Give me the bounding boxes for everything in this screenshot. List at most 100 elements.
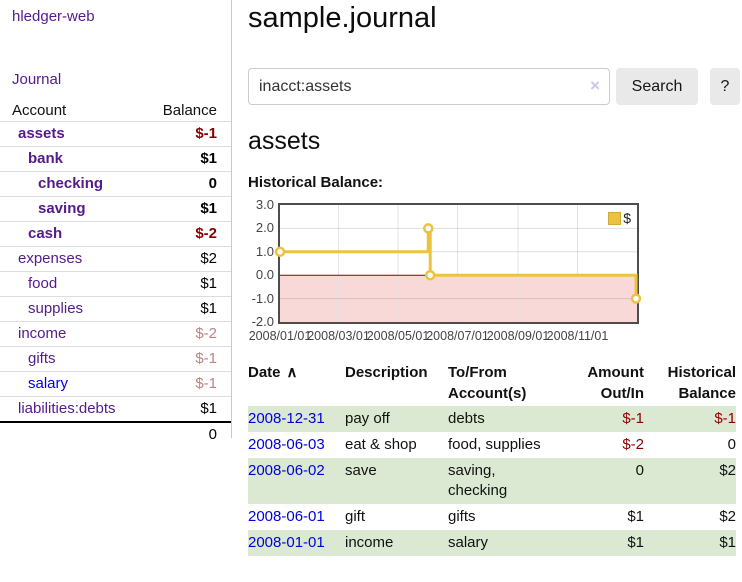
- data-point-marker: [276, 248, 284, 256]
- register-row: 2008-06-02savesaving, checking0$2: [248, 458, 736, 504]
- accounts-header-balance: Balance: [145, 100, 231, 122]
- account-link-income[interactable]: income: [0, 324, 66, 344]
- y-tick-label: 0.0: [248, 267, 274, 283]
- journal-link[interactable]: Journal: [12, 71, 61, 88]
- register-row: 2008-06-03eat & shopfood, supplies$-20: [248, 432, 736, 458]
- register-accounts-cell: saving, checking: [448, 458, 560, 504]
- register-date-cell: 2008-01-01: [248, 530, 345, 556]
- account-header-line2: Account(s): [448, 385, 526, 402]
- clear-icon[interactable]: ×: [590, 76, 600, 96]
- transaction-date-link[interactable]: 2008-06-01: [248, 508, 325, 525]
- help-button[interactable]: ?: [710, 68, 740, 105]
- y-tick-label: 2.0: [248, 220, 274, 236]
- data-point-marker: [424, 224, 432, 232]
- balance-header-line1: Historical: [668, 364, 736, 381]
- account-header-line1: To/From: [448, 364, 507, 381]
- y-tick-label: 1.0: [248, 244, 274, 260]
- register-body: 2008-12-31pay offdebts$-1$-12008-06-03ea…: [248, 406, 736, 556]
- account-link-checking[interactable]: checking: [0, 174, 103, 194]
- y-tick-label: 3.0: [248, 197, 274, 213]
- account-name-cell: income: [0, 322, 145, 347]
- register-header-account: To/From Account(s): [448, 360, 560, 406]
- account-link-liabilities-debts[interactable]: liabilities:debts: [0, 399, 116, 419]
- data-point-marker: [426, 271, 434, 279]
- x-tick-label: 2008/09/01: [487, 329, 550, 343]
- account-row: gifts $-1: [0, 347, 231, 372]
- account-row: saving$1: [0, 197, 231, 222]
- register-header-amount: Amount Out/In: [560, 360, 644, 406]
- account-row: food $1: [0, 272, 231, 297]
- y-tick-label: -1.0: [248, 291, 274, 307]
- transaction-date-link[interactable]: 2008-06-03: [248, 436, 325, 453]
- main-content: sample.journal × Search ? assets Histori…: [248, 0, 742, 556]
- account-balance: $1: [145, 147, 231, 172]
- search-button[interactable]: Search: [616, 68, 698, 105]
- accounts-table: Account Balance assets$-1bank$1checking0…: [0, 100, 231, 447]
- account-name-cell: supplies: [0, 297, 145, 322]
- register-header-balance: Historical Balance: [644, 360, 736, 406]
- account-balance: $1: [145, 272, 231, 297]
- brand-link[interactable]: hledger-web: [12, 8, 95, 25]
- accounts-body: assets$-1bank$1checking0saving$1cash$-2e…: [0, 122, 231, 423]
- account-link-supplies[interactable]: supplies: [0, 299, 83, 319]
- x-tick-label: 2008/03/01: [307, 329, 370, 343]
- account-link-salary[interactable]: salary: [0, 374, 68, 394]
- accounts-header-row: Account Balance: [0, 100, 231, 122]
- balance-chart: 3.02.01.00.0-1.0-2.02008/01/012008/03/01…: [248, 203, 678, 345]
- account-name-cell: liabilities:debts: [0, 397, 145, 423]
- search-input[interactable]: [248, 68, 610, 105]
- account-row: checking0: [0, 172, 231, 197]
- transaction-date-link[interactable]: 2008-06-02: [248, 462, 325, 479]
- transaction-date-link[interactable]: 2008-12-31: [248, 410, 325, 427]
- register-header-date[interactable]: Date∧: [248, 360, 345, 406]
- account-name-cell: assets: [0, 122, 145, 147]
- register-amount-cell: $-2: [560, 432, 644, 458]
- register-header-row: Date∧ Description To/From Account(s) Amo…: [248, 360, 736, 406]
- register-description-cell: income: [345, 530, 448, 556]
- transaction-date-link[interactable]: 2008-01-01: [248, 534, 325, 551]
- account-link-assets[interactable]: assets: [0, 124, 65, 144]
- register-balance-cell: $2: [644, 458, 736, 504]
- account-link-gifts[interactable]: gifts: [0, 349, 56, 369]
- x-tick-label: 2008/05/01: [367, 329, 430, 343]
- legend-label: $: [623, 210, 631, 226]
- register-table: Date∧ Description To/From Account(s) Amo…: [248, 360, 736, 556]
- register-date-cell: 2008-06-02: [248, 458, 345, 504]
- account-name-cell: checking: [0, 172, 145, 197]
- account-link-bank[interactable]: bank: [0, 149, 63, 169]
- register-balance-cell: $1: [644, 530, 736, 556]
- register-amount-cell: 0: [560, 458, 644, 504]
- register-balance-cell: $2: [644, 504, 736, 530]
- account-row: expenses$2: [0, 247, 231, 272]
- register-amount-cell: $-1: [560, 406, 644, 432]
- plot-area: $: [278, 203, 639, 324]
- account-balance: $-1: [145, 347, 231, 372]
- register-header-description: Description: [345, 360, 448, 406]
- sidebar: hledger-web Journal Account Balance asse…: [0, 0, 232, 438]
- account-row: supplies$1: [0, 297, 231, 322]
- x-tick-label: 2008/07/01: [426, 329, 489, 343]
- account-balance: $-2: [145, 222, 231, 247]
- register-date-cell: 2008-12-31: [248, 406, 345, 432]
- account-name-cell: cash: [0, 222, 145, 247]
- account-link-cash[interactable]: cash: [0, 224, 62, 244]
- search-row: × Search ?: [248, 68, 742, 105]
- register-row: 2008-12-31pay offdebts$-1$-1: [248, 406, 736, 432]
- page-title: sample.journal: [248, 2, 742, 35]
- account-link-saving[interactable]: saving: [0, 199, 86, 219]
- account-link-expenses[interactable]: expenses: [0, 249, 82, 269]
- account-name-cell: food: [0, 272, 145, 297]
- account-name-cell: bank: [0, 147, 145, 172]
- account-row: income$-2: [0, 322, 231, 347]
- account-link-food[interactable]: food: [0, 274, 57, 294]
- register-row: 2008-06-01giftgifts$1$2: [248, 504, 736, 530]
- account-heading: assets: [248, 127, 742, 156]
- data-point-marker: [632, 295, 640, 303]
- account-row: assets$-1: [0, 122, 231, 147]
- account-row: cash $-2: [0, 222, 231, 247]
- x-tick-label: 2008/01/01: [249, 329, 312, 343]
- account-name-cell: expenses: [0, 247, 145, 272]
- register-amount-cell: $1: [560, 530, 644, 556]
- chart-svg: [280, 205, 637, 322]
- legend-swatch: [608, 212, 621, 225]
